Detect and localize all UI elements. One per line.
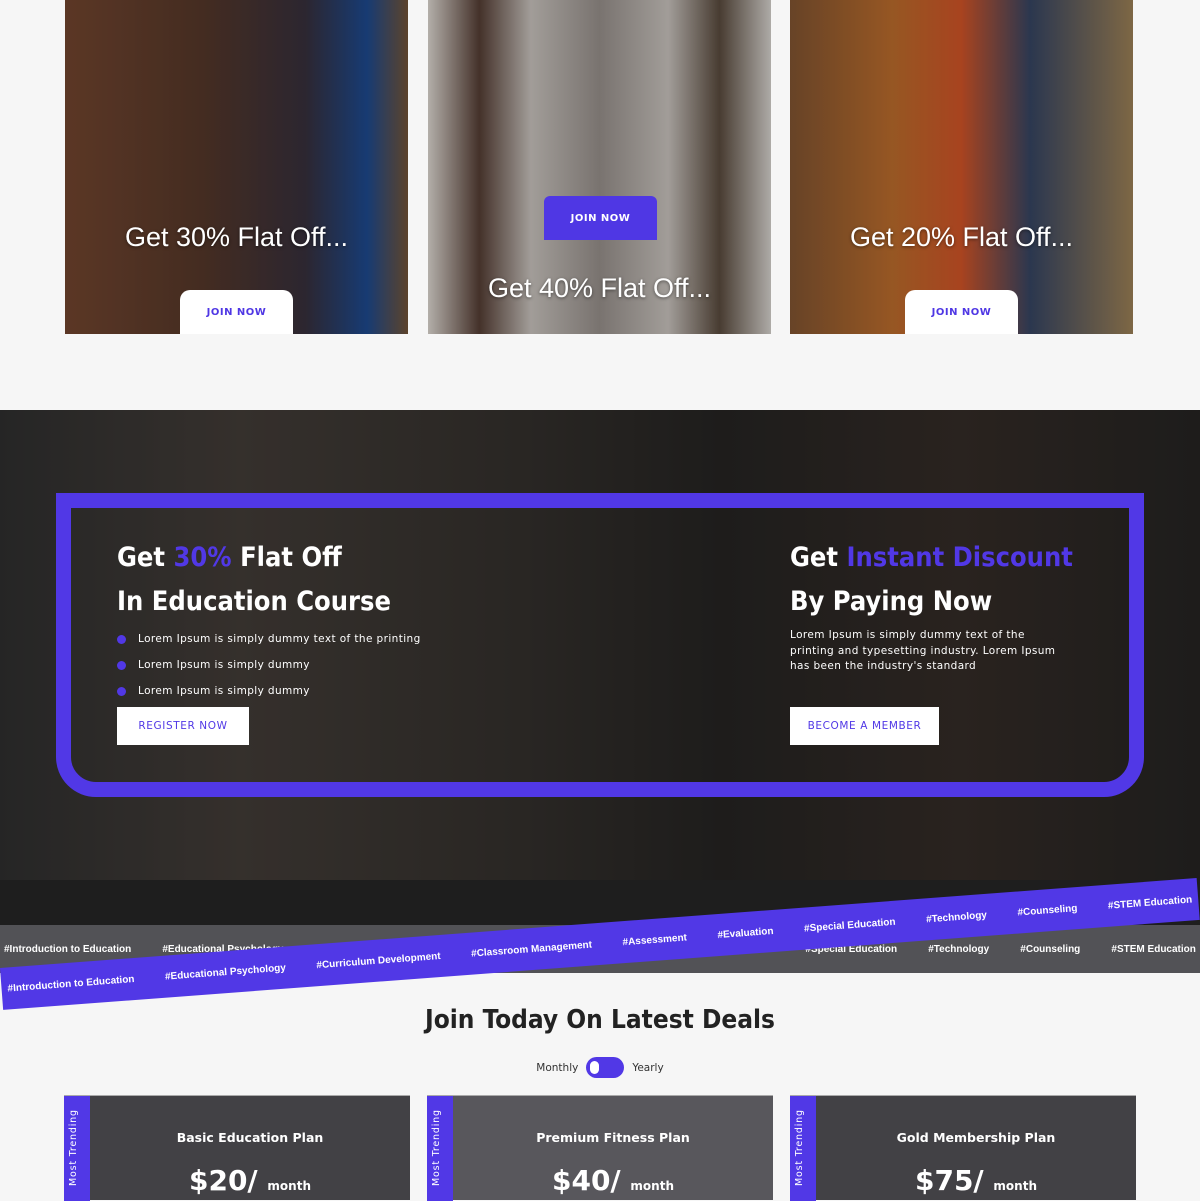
join-now-button[interactable]: JOIN NOW — [180, 290, 293, 334]
promo-right-heading: Get Instant Discount — [790, 536, 1073, 580]
register-now-button[interactable]: REGISTER NOW — [117, 707, 249, 745]
bullet-item: Lorem Ipsum is simply dummy text of the … — [117, 626, 421, 652]
plan-card[interactable]: Most Trending Gold Membership Plan $75/ … — [790, 1095, 1136, 1201]
plan-card[interactable]: Most Trending Premium Fitness Plan $40/ … — [427, 1095, 773, 1201]
ribbon-text: Most Trending — [431, 1109, 442, 1186]
tag[interactable]: #Curriculum Development — [316, 950, 441, 970]
plan-price: $40/ month — [453, 1164, 773, 1197]
tag[interactable]: #Counseling — [1017, 903, 1078, 918]
plan-price: $20/ month — [90, 1164, 410, 1197]
deals-heading: Join Today On Latest Deals — [425, 1005, 775, 1035]
plan-card[interactable]: Most Trending Basic Education Plan $20/ … — [64, 1095, 410, 1201]
tag[interactable]: #Evaluation — [717, 925, 774, 940]
bullet-text: Lorem Ipsum is simply dummy — [138, 659, 310, 671]
promo-right-text: Lorem Ipsum is simply dummy text of the … — [790, 629, 1056, 672]
price-period: month — [267, 1179, 311, 1193]
become-member-button[interactable]: BECOME A MEMBER — [790, 707, 939, 745]
bullet-icon — [117, 660, 126, 670]
offer-card-1: Get 30% Flat Off... JOIN NOW — [65, 0, 408, 334]
yearly-label: Yearly — [632, 1061, 664, 1074]
heading-text: Get — [790, 542, 847, 573]
price-period: month — [630, 1179, 674, 1193]
ribbon-text: Most Trending — [68, 1109, 79, 1186]
plan-name: Basic Education Plan — [176, 1130, 324, 1145]
price-period: month — [993, 1179, 1037, 1193]
billing-toggle[interactable] — [586, 1057, 625, 1078]
tag[interactable]: #Classroom Management — [471, 939, 593, 959]
tag[interactable]: #Technology — [928, 944, 989, 955]
tag[interactable]: #Educational Psychology — [165, 962, 287, 982]
tag[interactable]: #Assessment — [622, 932, 687, 948]
ribbon: Most Trending — [64, 1096, 90, 1201]
heading-text: Get — [117, 542, 174, 573]
price-value: $40/ — [551, 1164, 621, 1197]
bullet-item: Lorem Ipsum is simply dummy — [117, 652, 421, 678]
offer-title: Get 30% Flat Off... — [124, 222, 349, 252]
offer-title: Get 20% Flat Off... — [849, 222, 1074, 252]
tag[interactable]: #STEM Education — [1108, 894, 1193, 911]
price-value: $20/ — [188, 1164, 258, 1197]
promo-left-heading: Get 30% Flat Off — [117, 536, 421, 580]
offer-card-2: JOIN NOW Get 40% Flat Off... — [428, 0, 771, 334]
heading-text: Flat Off — [231, 542, 342, 573]
join-now-button[interactable]: JOIN NOW — [544, 196, 657, 240]
tag[interactable]: #Special Education — [804, 916, 896, 934]
tag[interactable]: #Introduction to Education — [7, 973, 135, 994]
billing-toggle-row: Monthly Yearly — [0, 1057, 1200, 1078]
plan-name: Premium Fitness Plan — [536, 1130, 690, 1145]
bullet-icon — [117, 634, 126, 644]
tag[interactable]: #Introduction to Education — [4, 944, 131, 955]
tag[interactable]: #STEM Education — [1111, 944, 1195, 955]
bullet-text: Lorem Ipsum is simply dummy — [138, 685, 310, 697]
promo-left: Get 30% Flat Off In Education Course Lor… — [117, 536, 421, 704]
join-now-button[interactable]: JOIN NOW — [905, 290, 1018, 334]
heading-accent: Instant Discount — [846, 542, 1073, 573]
monthly-label: Monthly — [536, 1061, 579, 1074]
plan-name: Gold Membership Plan — [896, 1130, 1056, 1145]
price-value: $75/ — [914, 1164, 984, 1197]
heading-accent: 30% — [173, 542, 232, 573]
offer-card-3: Get 20% Flat Off... JOIN NOW — [790, 0, 1133, 334]
toggle-knob — [590, 1061, 600, 1074]
bullet-icon — [117, 686, 126, 696]
tag[interactable]: #Counseling — [1020, 944, 1080, 955]
promo-left-subheading: In Education Course — [117, 586, 391, 617]
plan-price: $75/ month — [816, 1164, 1136, 1197]
promo-right-subheading: By Paying Now — [790, 586, 993, 617]
bullet-item: Lorem Ipsum is simply dummy — [117, 678, 421, 704]
ribbon-text: Most Trending — [794, 1109, 805, 1186]
offer-title: Get 40% Flat Off... — [487, 273, 712, 303]
ribbon: Most Trending — [790, 1096, 816, 1201]
promo-right: Get Instant Discount By Paying Now Lorem… — [790, 536, 1073, 675]
ribbon: Most Trending — [427, 1096, 453, 1201]
bullet-text: Lorem Ipsum is simply dummy text of the … — [138, 633, 421, 645]
tag[interactable]: #Technology — [926, 909, 988, 925]
